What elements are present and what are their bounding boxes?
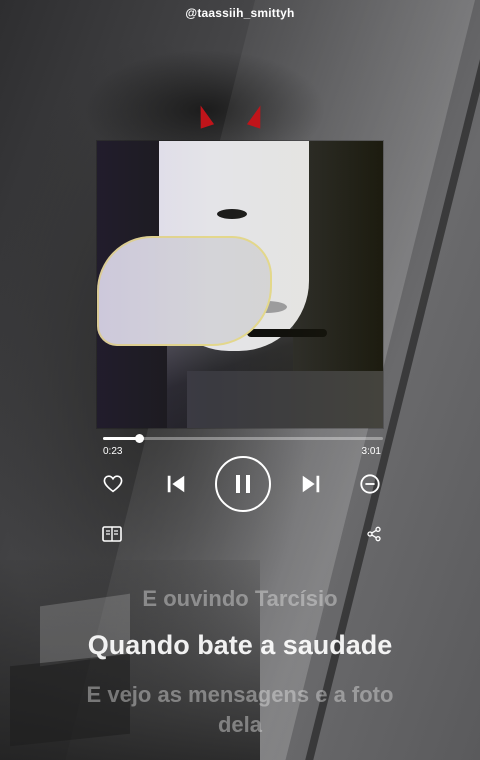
share-button[interactable] [364, 524, 384, 544]
total-duration: 3:01 [361, 446, 381, 457]
heart-icon [103, 475, 123, 493]
lyrics-button[interactable] [101, 524, 123, 544]
lyric-next-line: E vejo as mensagens e a foto dela [86, 682, 394, 737]
remove-button[interactable] [358, 472, 382, 496]
like-button[interactable] [101, 472, 125, 496]
minus-circle-icon [360, 474, 380, 494]
lyric-current-line: Quando bate a saudade [87, 630, 393, 660]
pause-button[interactable] [215, 456, 271, 512]
user-handle: @taassiih_smittyh [185, 6, 295, 20]
elapsed-time: 0:23 [103, 446, 123, 457]
progress-fill [103, 437, 140, 440]
devil-horn-sticker [193, 103, 215, 129]
album-cover [97, 141, 383, 428]
skip-previous-icon [167, 475, 185, 493]
share-icon [367, 526, 381, 542]
progress-bar[interactable] [103, 434, 383, 443]
lyric-previous-line: E ouvindo Tarcísio [142, 586, 338, 611]
lyrics-icon [102, 526, 122, 542]
pause-icon [236, 475, 250, 493]
next-button[interactable] [297, 470, 325, 498]
previous-button[interactable] [162, 470, 190, 498]
skip-next-icon [302, 475, 320, 493]
